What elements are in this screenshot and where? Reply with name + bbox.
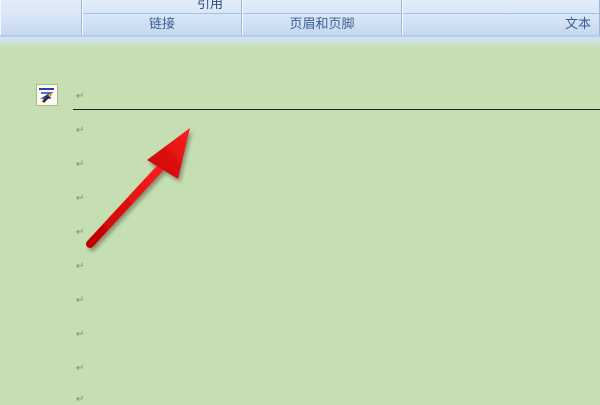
red-arrow-annotation [86, 128, 190, 248]
